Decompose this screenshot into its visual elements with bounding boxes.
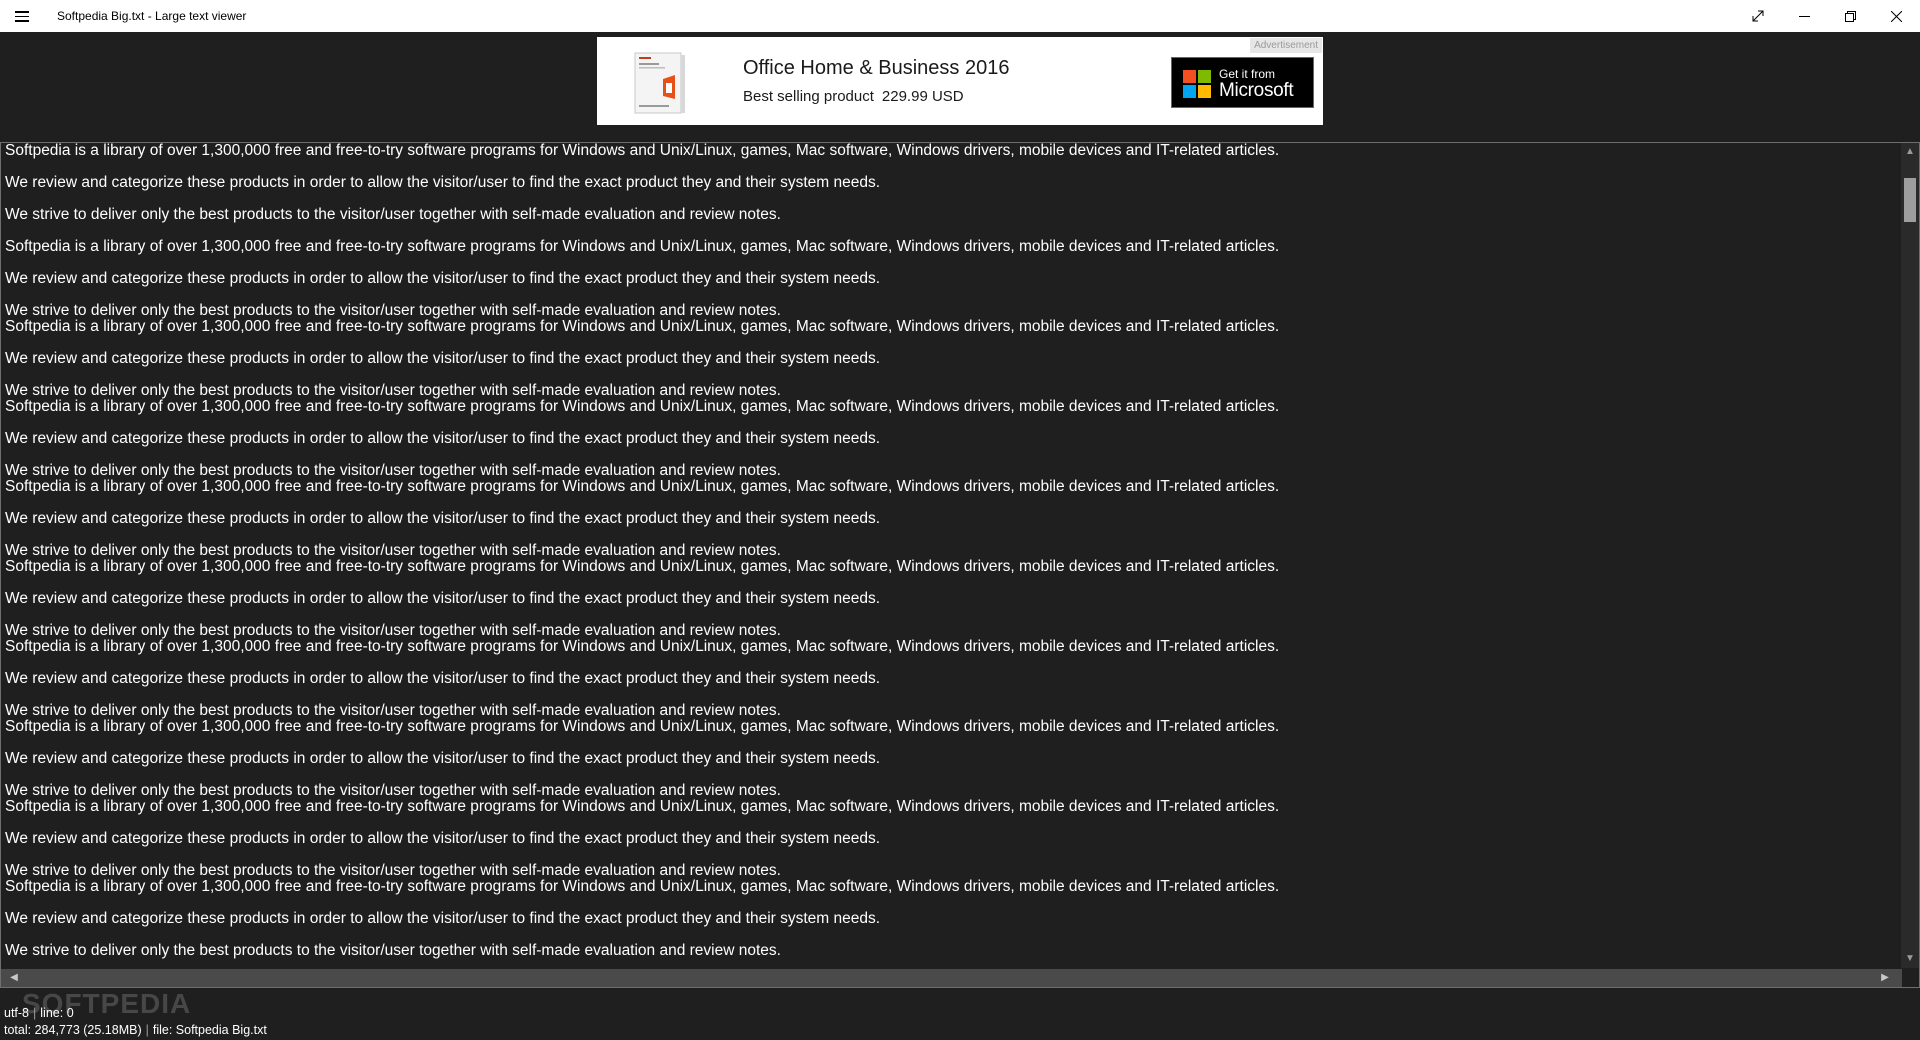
text-line[interactable]: Softpedia is a library of over 1,300,000… <box>5 799 1900 815</box>
text-line[interactable]: We strive to deliver only the best produ… <box>5 703 1900 719</box>
text-viewer[interactable]: Softpedia is a library of over 1,300,000… <box>0 142 1920 988</box>
text-line[interactable] <box>5 335 1900 351</box>
text-line[interactable]: We strive to deliver only the best produ… <box>5 383 1900 399</box>
full-screen-button[interactable] <box>1735 0 1781 32</box>
text-line[interactable] <box>5 847 1900 863</box>
text-line[interactable]: We strive to deliver only the best produ… <box>5 303 1900 319</box>
ad-product-subtitle: Best selling product 229.99 USD <box>743 88 964 105</box>
scroll-right-arrow-icon[interactable]: ▶ <box>1876 969 1894 987</box>
file-value: Softpedia Big.txt <box>175 1023 267 1037</box>
text-line[interactable]: We review and categorize these products … <box>5 351 1900 367</box>
text-line[interactable] <box>5 527 1900 543</box>
total-label: total: <box>4 1023 32 1037</box>
office-product-box-image <box>634 52 685 114</box>
text-line[interactable]: Softpedia is a library of over 1,300,000… <box>5 239 1900 255</box>
store-line-2: Microsoft <box>1219 80 1294 101</box>
close-icon <box>1890 10 1902 22</box>
text-line[interactable]: We strive to deliver only the best produ… <box>5 207 1900 223</box>
text-line[interactable] <box>5 159 1900 175</box>
line-label: line: <box>40 1006 64 1020</box>
text-line[interactable]: We review and categorize these products … <box>5 671 1900 687</box>
ad-price: 229.99 USD <box>881 88 964 105</box>
text-line[interactable] <box>5 687 1900 703</box>
text-line[interactable] <box>5 415 1900 431</box>
text-line[interactable]: We strive to deliver only the best produ… <box>5 783 1900 799</box>
total-value: 284,773 (25.18MB) <box>34 1023 142 1037</box>
text-line[interactable] <box>5 735 1900 751</box>
text-line[interactable] <box>5 575 1900 591</box>
text-line[interactable]: We review and categorize these products … <box>5 831 1900 847</box>
text-line[interactable] <box>5 287 1900 303</box>
status-separator: | <box>33 1006 37 1020</box>
title-bar: Softpedia Big.txt - Large text viewer <box>0 0 1920 32</box>
text-line[interactable]: Softpedia is a library of over 1,300,000… <box>5 719 1900 735</box>
text-line[interactable]: We review and categorize these products … <box>5 911 1900 927</box>
text-line[interactable]: Softpedia is a library of over 1,300,000… <box>5 479 1900 495</box>
text-line[interactable] <box>5 815 1900 831</box>
text-line[interactable] <box>5 927 1900 943</box>
text-line[interactable] <box>5 895 1900 911</box>
microsoft-logo-icon <box>1183 70 1211 98</box>
status-row-encoding: utf-8 | line: 0 <box>4 1006 74 1020</box>
text-line[interactable] <box>5 607 1900 623</box>
text-line[interactable]: We strive to deliver only the best produ… <box>5 943 1900 959</box>
text-line[interactable] <box>5 367 1900 383</box>
text-line[interactable] <box>5 191 1900 207</box>
status-row-total: total: 284,773 (25.18MB) | file: Softpedia… <box>4 1023 267 1037</box>
text-line[interactable]: Softpedia is a library of over 1,300,000… <box>5 399 1900 415</box>
text-line[interactable]: We review and categorize these products … <box>5 431 1900 447</box>
minimize-button[interactable] <box>1781 0 1827 32</box>
store-line-1: Get it from <box>1219 67 1276 81</box>
restore-icon <box>1844 10 1856 22</box>
text-line[interactable]: We review and categorize these products … <box>5 271 1900 287</box>
status-bar: utf-8 | line: 0 total: 284,773 (25.18MB) | f… <box>0 1004 1920 1040</box>
advertisement-badge: Advertisement <box>1250 38 1322 53</box>
close-button[interactable] <box>1873 0 1919 32</box>
scroll-left-arrow-icon[interactable]: ◀ <box>5 969 23 987</box>
text-line[interactable] <box>5 655 1900 671</box>
file-label: file: <box>152 1023 173 1037</box>
text-line[interactable]: We strive to deliver only the best produ… <box>5 543 1900 559</box>
minimize-icon <box>1798 15 1810 17</box>
scroll-down-arrow-icon[interactable]: ▼ <box>1901 950 1919 968</box>
text-line[interactable] <box>5 255 1900 271</box>
hamburger-menu-icon[interactable] <box>12 8 32 24</box>
restore-button[interactable] <box>1827 0 1873 32</box>
expand-icon <box>1752 10 1764 22</box>
scroll-up-arrow-icon[interactable]: ▲ <box>1901 143 1919 161</box>
text-line[interactable]: We review and categorize these products … <box>5 751 1900 767</box>
text-line[interactable]: Softpedia is a library of over 1,300,000… <box>5 879 1900 895</box>
window-title: Softpedia Big.txt - Large text viewer <box>57 9 247 23</box>
text-line[interactable]: We review and categorize these products … <box>5 591 1900 607</box>
get-it-from-microsoft-button[interactable]: Get it from Microsoft <box>1171 57 1314 108</box>
text-line[interactable] <box>5 447 1900 463</box>
text-line[interactable]: We strive to deliver only the best produ… <box>5 863 1900 879</box>
text-line[interactable] <box>5 495 1900 511</box>
text-line[interactable]: We strive to deliver only the best produ… <box>5 463 1900 479</box>
text-line[interactable]: We review and categorize these products … <box>5 175 1900 191</box>
text-line[interactable]: Softpedia is a library of over 1,300,000… <box>5 559 1900 575</box>
text-line[interactable] <box>5 767 1900 783</box>
text-line[interactable] <box>5 223 1900 239</box>
line-value: 0 <box>66 1006 74 1020</box>
ad-subtitle-text: Best selling product <box>743 88 874 105</box>
text-content-area[interactable]: Softpedia is a library of over 1,300,000… <box>5 143 1900 968</box>
text-line[interactable]: Softpedia is a library of over 1,300,000… <box>5 639 1900 655</box>
advertisement-banner[interactable]: Advertisement Office Home & Business 201… <box>597 37 1323 125</box>
text-line[interactable]: We strive to deliver only the best produ… <box>5 623 1900 639</box>
encoding-value: utf-8 <box>4 1006 30 1020</box>
vertical-scrollbar[interactable]: ▲ ▼ <box>1901 143 1919 968</box>
text-line[interactable]: We review and categorize these products … <box>5 511 1900 527</box>
vertical-scrollbar-thumb[interactable] <box>1904 178 1916 222</box>
status-separator: | <box>145 1023 149 1037</box>
text-line[interactable]: Softpedia is a library of over 1,300,000… <box>5 319 1900 335</box>
text-line[interactable]: Softpedia is a library of over 1,300,000… <box>5 143 1900 159</box>
ad-product-title: Office Home & Business 2016 <box>743 57 1010 79</box>
horizontal-scrollbar[interactable]: ◀ ▶ <box>1 969 1902 987</box>
